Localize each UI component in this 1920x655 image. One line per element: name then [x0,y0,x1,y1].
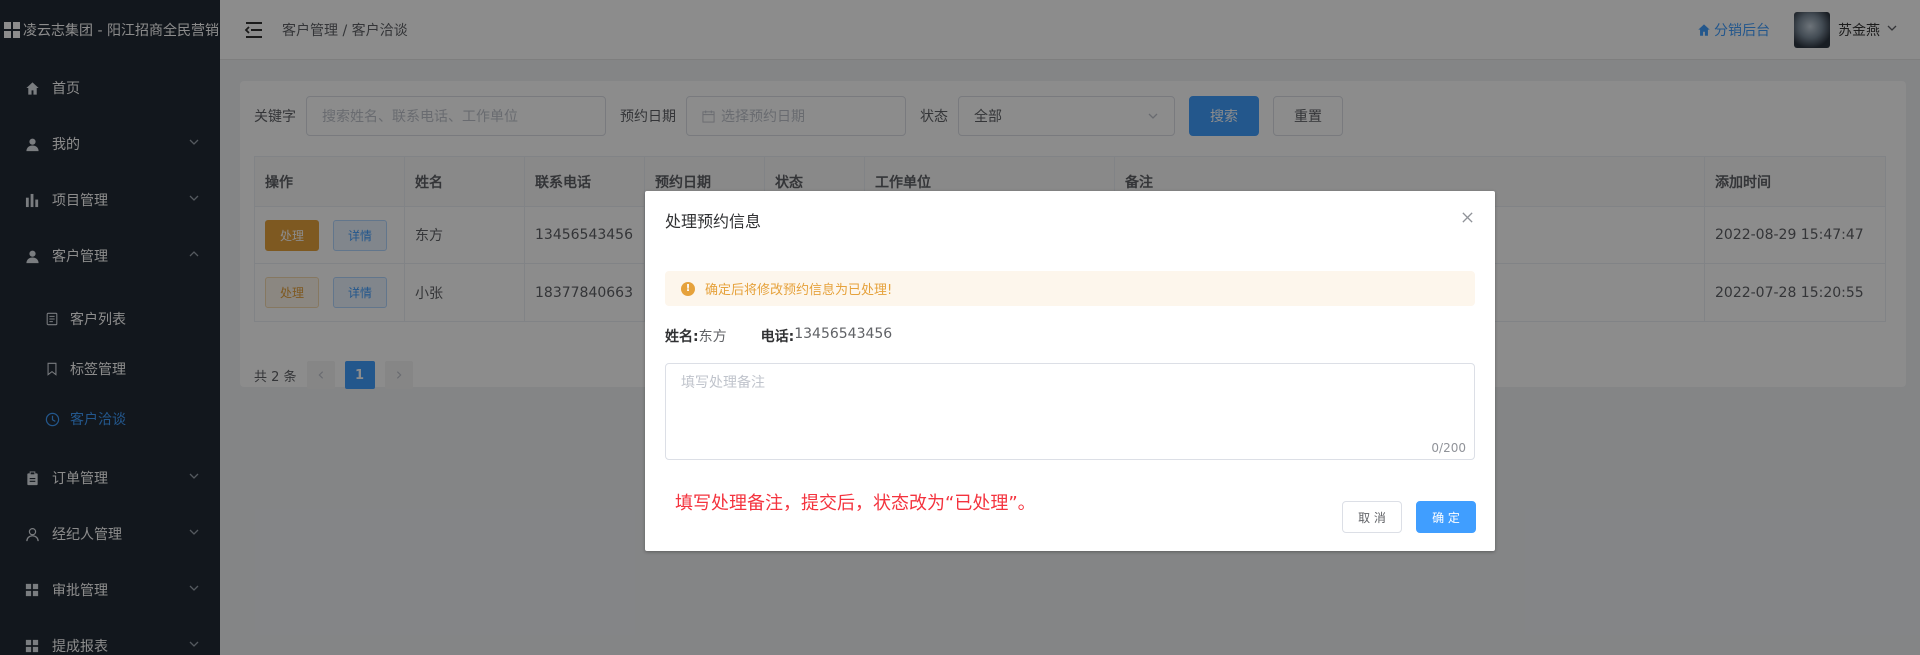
warning-icon: ! [681,281,695,296]
process-appointment-dialog: 处理预约信息 ! 确定后将修改预约信息为已处理! 姓名: 东方 电话: 1345… [645,191,1495,551]
phone-label: 电话: [760,329,795,345]
remark-placeholder: 填写处理备注 [681,375,765,391]
appointment-info: 姓名: 东方 电话: 13456543456 [665,326,926,346]
instruction-note: 填写处理备注，提交后，状态改为“已处理”。 [675,493,1036,514]
cancel-button[interactable]: 取 消 [1342,501,1402,533]
close-icon[interactable] [1461,211,1475,225]
remark-textarea[interactable]: 填写处理备注 0/200 [665,363,1475,460]
char-counter: 0/200 [1431,441,1466,455]
name-value: 东方 [698,329,727,345]
name-label: 姓名: [665,329,699,345]
dialog-title: 处理预约信息 [665,212,762,231]
warning-alert: ! 确定后将修改预约信息为已处理! [665,271,1475,306]
alert-text: 确定后将修改预约信息为已处理! [705,283,893,298]
confirm-button[interactable]: 确 定 [1416,501,1476,533]
phone-value: 13456543456 [794,326,893,342]
